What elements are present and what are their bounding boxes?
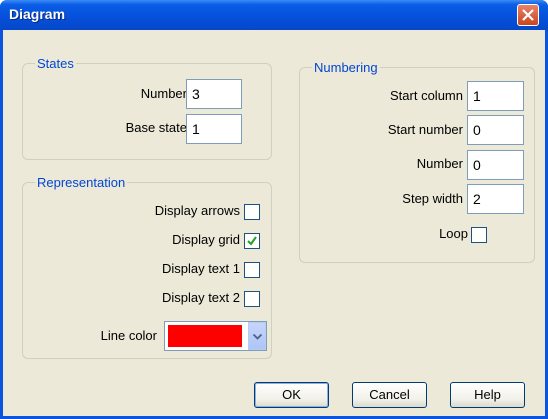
states-group: States Number 3 Base state 1 [22, 56, 272, 160]
numbering-legend: Numbering [312, 60, 380, 75]
title-bar[interactable]: Diagram [0, 0, 548, 30]
dialog-body: States Number 3 Base state 1 Representat… [3, 30, 545, 416]
display-arrows-label: Display arrows [154, 203, 240, 218]
start-column-label: Start column [390, 88, 463, 103]
start-column-input[interactable]: 1 [467, 81, 524, 111]
number-input[interactable]: 3 [186, 79, 242, 109]
start-number-label: Start number [387, 122, 463, 137]
display-text2-label: Display text 2 [161, 290, 240, 305]
display-arrows-checkbox[interactable] [244, 204, 260, 220]
loop-label: Loop [439, 226, 468, 241]
numbering-group: Numbering Start column 1 Start number 0 … [299, 60, 535, 263]
start-number-input[interactable]: 0 [467, 115, 524, 145]
line-color-select[interactable] [164, 321, 267, 351]
numbering-number-input[interactable]: 0 [467, 150, 524, 180]
line-color-label: Line color [100, 328, 157, 343]
representation-group: Representation Display arrows Display gr… [22, 175, 272, 359]
base-state-input[interactable]: 1 [186, 114, 242, 144]
window-title: Diagram [9, 6, 66, 22]
close-button[interactable] [517, 4, 539, 26]
display-text1-checkbox[interactable] [244, 262, 260, 278]
dropdown-button[interactable] [248, 322, 266, 350]
number-label: Number [140, 86, 187, 101]
chevron-down-icon [253, 334, 262, 340]
cancel-button[interactable]: Cancel [352, 382, 427, 408]
ok-button[interactable]: OK [254, 382, 329, 408]
loop-checkbox[interactable] [471, 227, 487, 243]
numbering-number-label: Number [416, 156, 463, 171]
display-grid-checkbox[interactable] [244, 233, 260, 249]
display-text2-checkbox[interactable] [244, 291, 260, 307]
representation-legend: Representation [35, 175, 128, 190]
line-color-swatch [168, 325, 242, 347]
display-grid-label: Display grid [172, 232, 240, 247]
check-mark-icon [247, 236, 257, 246]
step-width-label: Step width [402, 191, 463, 206]
base-state-label: Base state [125, 120, 187, 135]
dialog-window: Diagram States Number 3 Base state 1 Rep… [0, 0, 548, 419]
display-text1-label: Display text 1 [161, 261, 240, 276]
step-width-input[interactable]: 2 [467, 184, 524, 214]
states-legend: States [35, 56, 76, 71]
close-icon [522, 9, 534, 21]
help-button[interactable]: Help [450, 382, 525, 408]
